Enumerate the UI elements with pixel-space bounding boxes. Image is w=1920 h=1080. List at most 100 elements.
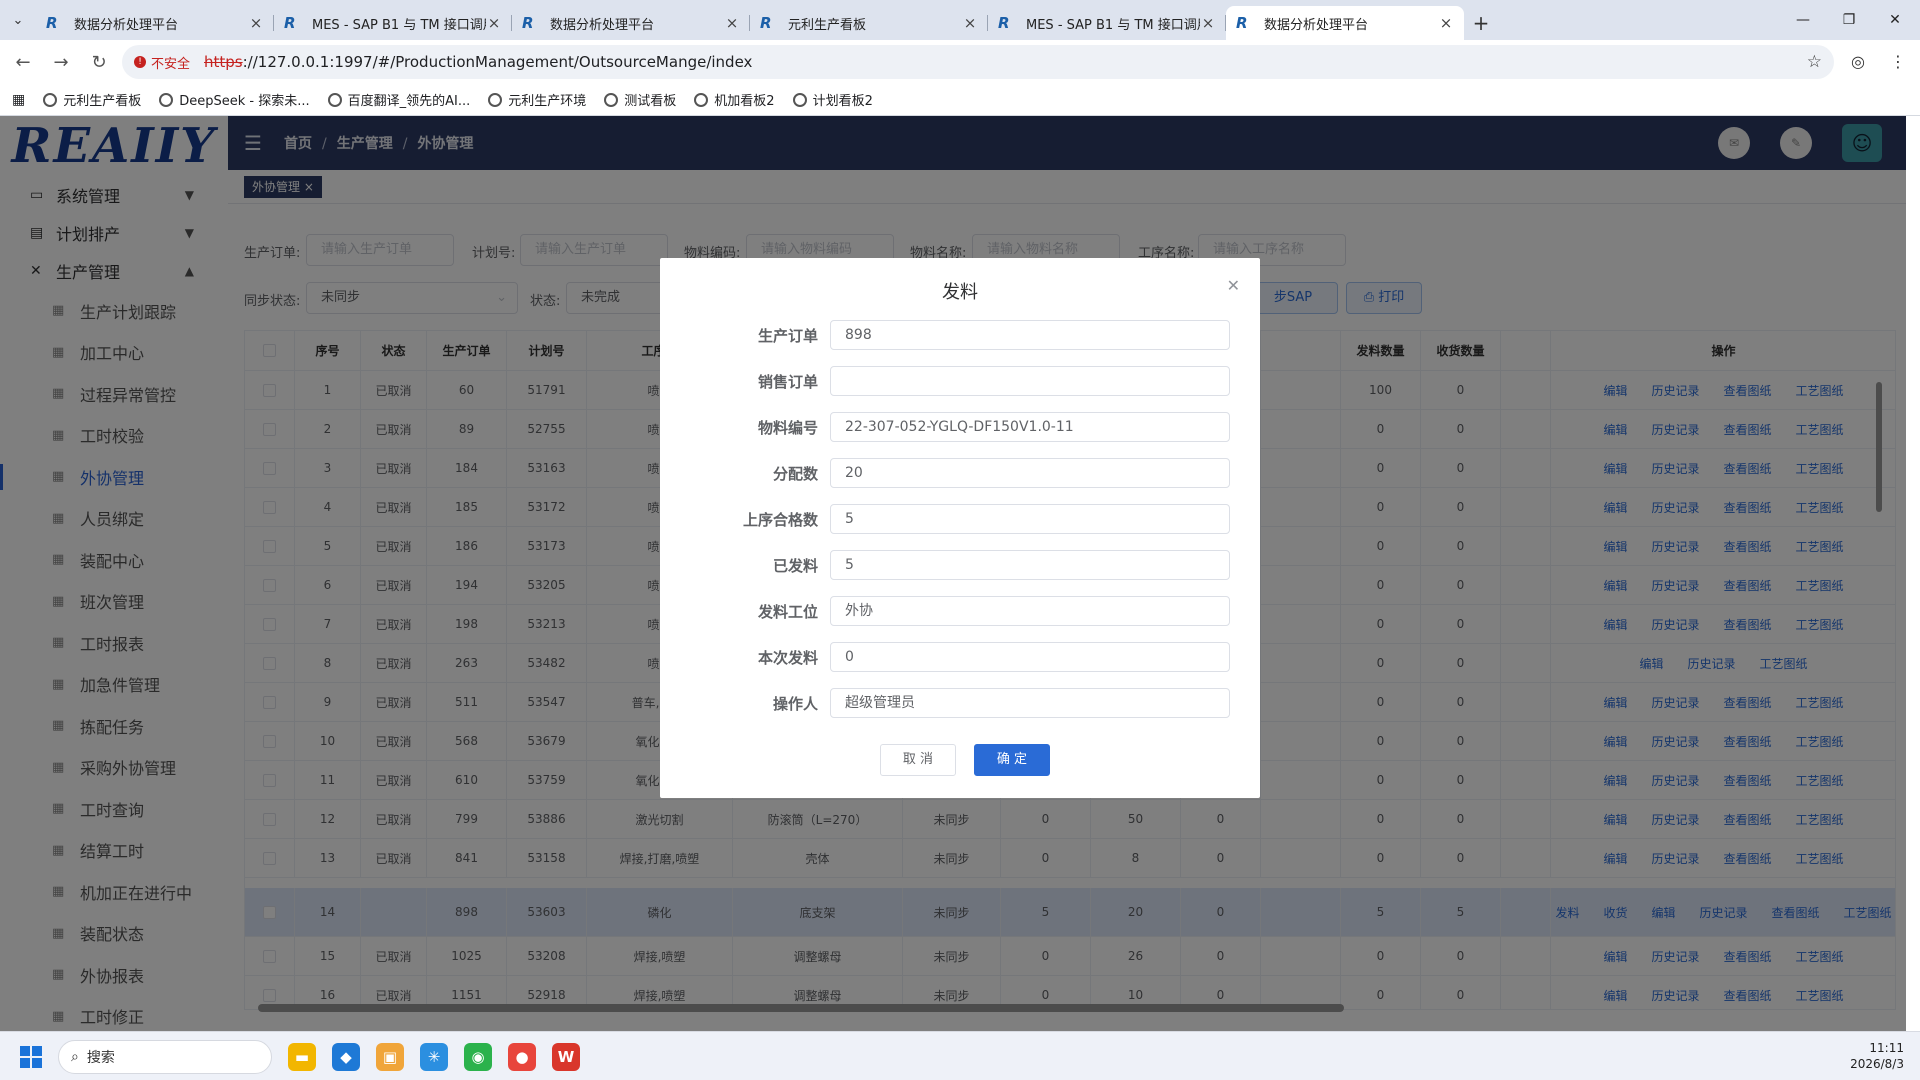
dialog-field-input[interactable]: 超级管理员 [830,688,1230,718]
bookmark-label: 机加看板2 [714,94,775,109]
bookmark-globe-icon [488,92,503,107]
dialog-field-input[interactable]: 外协 [830,596,1230,626]
tab-title: MES - SAP B1 与 TM 接口调用 [1026,17,1200,33]
close-tab-icon[interactable]: × [1200,14,1216,32]
close-tab-icon[interactable]: × [486,14,502,32]
minimize-icon[interactable]: — [1780,0,1826,40]
dialog-field-input[interactable]: 22-307-052-YGLQ-DF150V1.0-11 [830,412,1230,442]
dialog-form-row: 操作人 超级管理员 [660,688,1260,718]
bookmark-globe-icon [694,92,709,107]
close-window-icon[interactable]: ✕ [1872,0,1918,40]
bookmark-globe-icon [792,92,807,107]
bookmark-label: 元利生产环境 [508,94,587,109]
bookmark-label: DeepSeek - 探索未... [179,94,310,109]
dialog-field-input[interactable]: 898 [830,320,1230,350]
network-app-icon[interactable]: ✳ [420,1043,448,1071]
tab-title: 数据分析处理平台 [550,17,655,33]
dialog-field-label: 上序合格数 [742,511,818,529]
dialog-form-row: 已发料 5 [660,550,1260,580]
close-icon[interactable]: ✕ [1227,276,1240,295]
new-tab-button[interactable]: + [1464,6,1498,40]
dialog-field-label: 发料工位 [757,603,818,621]
dialog-field-label: 操作人 [772,695,818,713]
app-icon[interactable]: ▣ [376,1043,404,1071]
dialog-form-row: 本次发料 0 [660,642,1260,672]
close-tab-icon[interactable]: × [1438,14,1454,32]
tab-title: 数据分析处理平台 [1264,17,1369,33]
dialog-field-label: 物料编号 [757,419,818,437]
vscode-icon[interactable]: ◆ [332,1043,360,1071]
dialog-form-row: 发料工位 外协 [660,596,1260,626]
close-tab-icon[interactable]: × [248,14,264,32]
bookmark-label: 百度翻译_领先的AI... [347,94,471,109]
bookmark-globe-icon [604,92,619,107]
back-icon[interactable]: ← [8,52,38,73]
browser-tab[interactable]: R 元利生产看板 × [750,6,988,40]
dialog-form-row: 销售订单 [660,366,1260,396]
tab-title: MES - SAP B1 与 TM 接口调用 [312,17,486,33]
dialog-title: 发料 [942,282,978,303]
dialog-field-label: 生产订单 [757,327,818,345]
site-favicon-icon: R [46,14,58,32]
bookmark-item[interactable]: 机加看板2 [694,90,775,109]
apps-grid-icon[interactable]: ▦ [12,92,25,108]
bookmark-item[interactable]: 元利生产看板 [43,90,141,109]
site-favicon-icon: R [522,14,534,32]
clock-time: 11:11 [1869,1041,1904,1055]
browser-tab[interactable]: R 数据分析处理平台 × [36,6,274,40]
dialog-field-input[interactable]: 20 [830,458,1230,488]
dialog-field-input[interactable]: 0 [830,642,1230,672]
dialog-field-label: 销售订单 [757,373,818,391]
cancel-button[interactable]: 取 消 [880,744,956,776]
browser-tab[interactable]: R 数据分析处理平台 × [1226,6,1464,40]
dialog-field-input[interactable]: 5 [830,504,1230,534]
chrome-icon[interactable]: ● [508,1043,536,1071]
bookmark-globe-icon [43,92,58,107]
address-bar-row: ← → ↻ ! 不安全 https://127.0.0.1:1997/#/Prod… [0,40,1920,84]
bookmark-globe-icon [159,92,174,107]
bookmark-item[interactable]: 元利生产环境 [488,90,586,109]
restore-icon[interactable]: ❐ [1826,0,1872,40]
confirm-button[interactable]: 确 定 [974,744,1050,776]
wps-icon[interactable]: W [552,1043,580,1071]
windows-start-icon[interactable] [20,1046,42,1068]
dialog-field-input[interactable] [830,366,1230,396]
menu-icon[interactable]: ⋮ [1890,52,1906,71]
dialog-form-row: 分配数 20 [660,458,1260,488]
browser-tab[interactable]: R 数据分析处理平台 × [512,6,750,40]
bookmark-label: 元利生产看板 [63,94,142,109]
dialog-form-row: 上序合格数 5 [660,504,1260,534]
search-icon: ⌕ [71,1049,79,1065]
bookmark-item[interactable]: 百度翻译_领先的AI... [327,90,471,109]
windows-taskbar: ⌕ 搜索 ▬ ◆ ▣ ✳ ◉ ● W 11:11 2026/8/3 [0,1031,1920,1080]
url-input[interactable]: ! 不安全 https://127.0.0.1:1997/#/Production… [122,45,1834,79]
bookmark-item[interactable]: 测试看板 [604,90,676,109]
security-indicator[interactable]: ! 不安全 [134,53,190,72]
site-favicon-icon: R [284,14,296,32]
close-tab-icon[interactable]: × [724,14,740,32]
tab-search-icon[interactable]: ⌄ [0,0,36,40]
issue-material-dialog: 发料 ✕ 生产订单 898 销售订单物料编号 22-307-052-YGLQ-DF15… [660,258,1260,798]
reload-icon[interactable]: ↻ [84,52,114,73]
forward-icon[interactable]: → [46,52,76,73]
close-tab-icon[interactable]: × [962,14,978,32]
browser-tab[interactable]: R MES - SAP B1 与 TM 接口调用 × [274,6,512,40]
browser-tab[interactable]: R MES - SAP B1 与 TM 接口调用 × [988,6,1226,40]
dialog-field-label: 已发料 [772,557,818,575]
bookmark-label: 计划看板2 [812,94,873,109]
url-path: ://127.0.0.1:1997/#/ProductionManagement… [242,53,753,71]
file-explorer-icon[interactable]: ▬ [288,1043,316,1071]
dialog-field-input[interactable]: 5 [830,550,1230,580]
url-text: https://127.0.0.1:1997/#/ProductionManag… [204,53,752,71]
wechat-icon[interactable]: ◉ [464,1043,492,1071]
bookmark-globe-icon [327,92,342,107]
tab-title: 数据分析处理平台 [74,17,179,33]
bookmark-item[interactable]: DeepSeek - 探索未... [159,90,310,109]
system-clock[interactable]: 11:11 2026/8/3 [1850,1040,1904,1072]
bookmark-star-icon[interactable]: ☆ [1807,52,1822,72]
dialog-field-label: 分配数 [772,465,818,483]
profile-icon[interactable]: ◎ [1851,52,1865,71]
taskbar-search[interactable]: ⌕ 搜索 [58,1040,272,1074]
bookmark-item[interactable]: 计划看板2 [792,90,873,109]
security-label: 不安全 [151,56,191,72]
